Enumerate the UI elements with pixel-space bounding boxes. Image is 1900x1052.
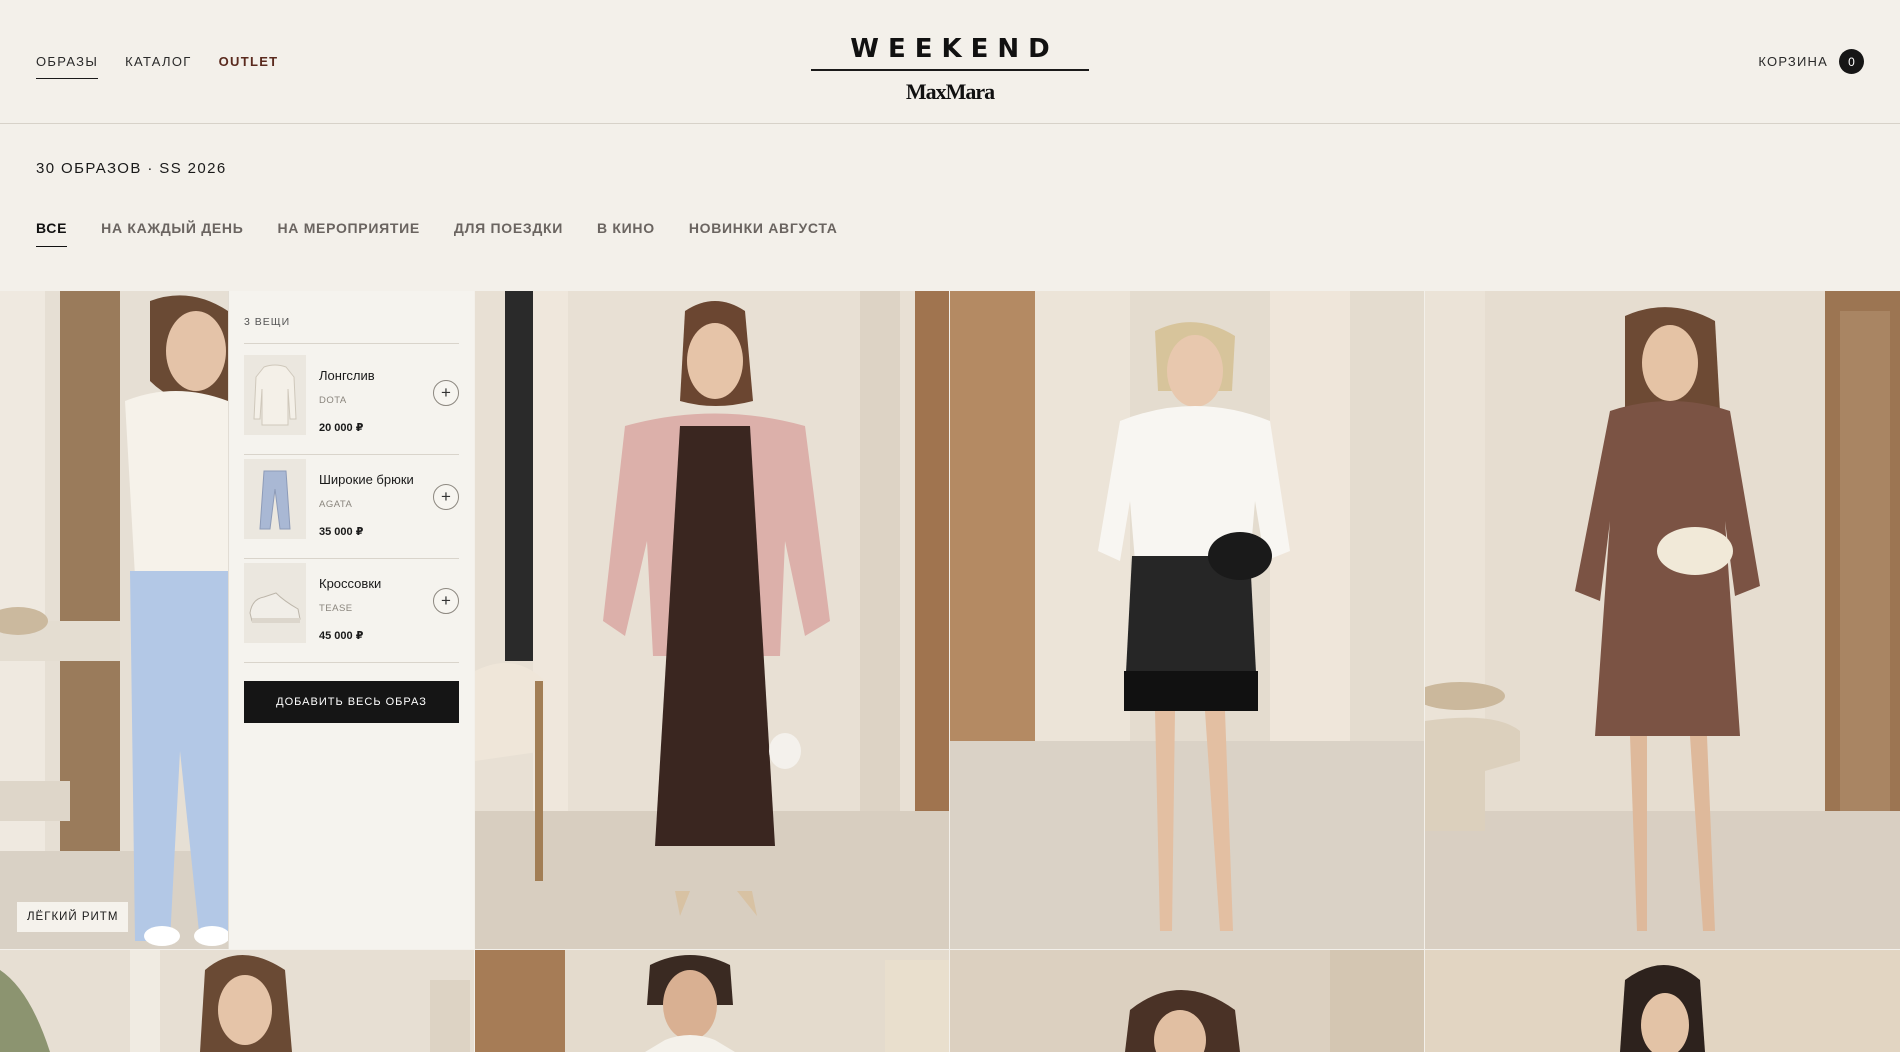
look-card-3[interactable] [950,291,1424,949]
trousers-thumb-icon [244,459,306,539]
look-tag: ЛЁГКИЙ РИТМ [17,902,129,932]
filter-event[interactable]: НА МЕРОПРИЯТИЕ [277,220,419,247]
longsleeve-thumb-icon [244,355,306,435]
filter-tabs: ВСЕ НА КАЖДЫЙ ДЕНЬ НА МЕРОПРИЯТИЕ ДЛЯ ПО… [36,220,838,247]
look-photo-8 [1425,950,1900,1052]
plus-icon: + [441,487,451,506]
filter-august-new[interactable]: НОВИНКИ АВГУСТА [689,220,838,247]
collection-summary: 30 ОБРАЗОВ · SS 2026 [36,160,227,177]
look-photo-3 [950,291,1424,949]
panel-item[interactable]: Широкие брюки AGATA 35 000 ₽ + [244,449,459,553]
item-price: 20 000 ₽ [319,422,364,434]
panel-item[interactable]: Лонгслив DOTA 20 000 ₽ + [244,345,459,449]
filter-everyday[interactable]: НА КАЖДЫЙ ДЕНЬ [101,220,243,247]
look-card-4[interactable] [1425,291,1900,949]
plus-icon: + [441,383,451,402]
filter-cinema[interactable]: В КИНО [597,220,655,247]
item-name: Лонгслив [319,368,375,383]
add-item-button[interactable]: + [433,588,459,614]
item-brand: DOTA [319,395,347,406]
item-name: Кроссовки [319,576,382,591]
logo-rule [811,69,1089,71]
look-card-1[interactable]: ЛЁГКИЙ РИТМ [0,291,228,949]
item-brand: AGATA [319,499,353,510]
look-card-8[interactable] [1425,950,1900,1052]
look-card-7[interactable] [950,950,1424,1052]
add-whole-look-button[interactable]: ДОБАВИТЬ ВЕСЬ ОБРАЗ [244,681,459,723]
nav-outlet[interactable]: OUTLET [219,54,279,79]
panel-divider [244,662,459,663]
look-card-5[interactable] [0,950,474,1052]
add-item-button[interactable]: + [433,484,459,510]
cart-count-badge: 0 [1839,49,1864,74]
look-photo-1 [0,291,228,949]
nav-looks[interactable]: ОБРАЗЫ [36,54,99,79]
look-photo-7 [950,950,1424,1052]
item-price: 45 000 ₽ [319,630,364,642]
look-photo-6 [475,950,949,1052]
look-photo-5 [0,950,474,1052]
filter-travel[interactable]: ДЛЯ ПОЕЗДКИ [454,220,563,247]
item-price: 35 000 ₽ [319,526,364,538]
plus-icon: + [441,591,451,610]
item-name: Широкие брюки [319,472,414,487]
cart-label: КОРЗИНА [1758,54,1828,69]
panel-divider [244,343,459,344]
main-nav: ОБРАЗЫ КАТАЛОГ OUTLET [36,54,278,79]
look-card-6[interactable] [475,950,949,1052]
sneakers-thumb-icon [244,563,306,643]
panel-item-count: 3 ВЕЩИ [244,316,291,328]
item-brand: TEASE [319,603,353,614]
site-header: ОБРАЗЫ КАТАЛОГ OUTLET WEEKEND MaxMara КО… [0,0,1900,124]
add-item-button[interactable]: + [433,380,459,406]
brand-logo[interactable]: WEEKEND MaxMara [811,34,1089,105]
look-card-2[interactable] [475,291,949,949]
look-photo-2 [475,291,949,949]
cart-button[interactable]: КОРЗИНА 0 [1758,49,1864,74]
look-photo-4 [1425,291,1900,949]
logo-maxmara: MaxMara [905,79,995,104]
panel-item[interactable]: Кроссовки TEASE 45 000 ₽ + [244,553,459,657]
filter-all[interactable]: ВСЕ [36,220,68,247]
look-items-panel: 3 ВЕЩИ Лонгслив DOTA 20 000 ₽ + Широкие … [228,291,474,949]
logo-wordmark: WEEKEND [850,34,1059,64]
nav-catalog[interactable]: КАТАЛОГ [125,54,191,79]
